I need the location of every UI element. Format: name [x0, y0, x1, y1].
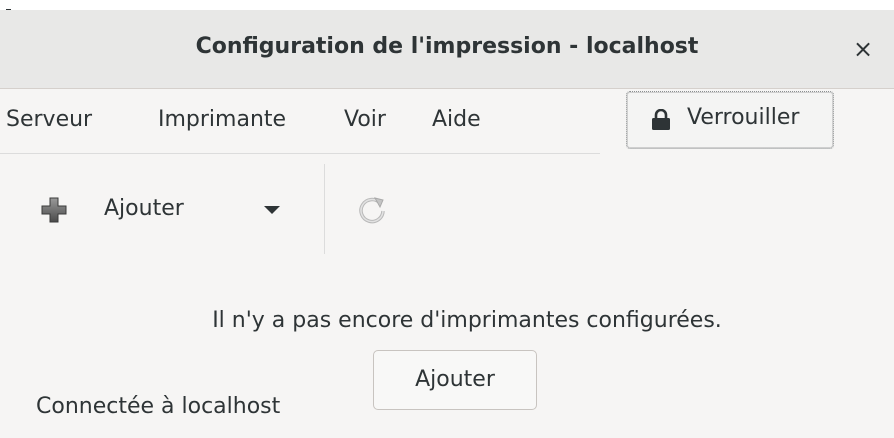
lock-button[interactable]: Verrouiller: [626, 91, 834, 149]
connection-status: Connectée à localhost: [36, 394, 281, 419]
close-icon: ×: [852, 35, 874, 63]
window-top-strip: [0, 0, 894, 10]
menubar: Serveur Imprimante Voir Aide: [0, 89, 600, 154]
menu-item-voir[interactable]: Voir: [344, 107, 386, 132]
add-printer-button-label[interactable]: Ajouter: [104, 196, 184, 221]
print-settings-window: Configuration de l'impression - localhos…: [0, 0, 894, 438]
toolbar: Ajouter: [0, 160, 894, 260]
menu-item-imprimante[interactable]: Imprimante: [158, 107, 286, 132]
window-title: Configuration de l'impression - localhos…: [195, 34, 699, 59]
refresh-icon[interactable]: [356, 194, 388, 226]
add-printer-button[interactable]: Ajouter: [373, 350, 537, 410]
menu-item-serveur[interactable]: Serveur: [6, 107, 92, 132]
toolbar-separator: [324, 164, 325, 254]
plus-icon[interactable]: [40, 196, 68, 224]
lock-button-label: Verrouiller: [687, 105, 800, 130]
titlebar: Configuration de l'impression - localhos…: [0, 10, 894, 89]
close-button[interactable]: ×: [850, 36, 876, 62]
empty-printers-message: Il n'y a pas encore d'imprimantes config…: [212, 308, 722, 333]
menu-item-aide[interactable]: Aide: [432, 107, 481, 132]
chevron-down-icon[interactable]: [264, 206, 280, 214]
lock-icon: [652, 109, 670, 130]
